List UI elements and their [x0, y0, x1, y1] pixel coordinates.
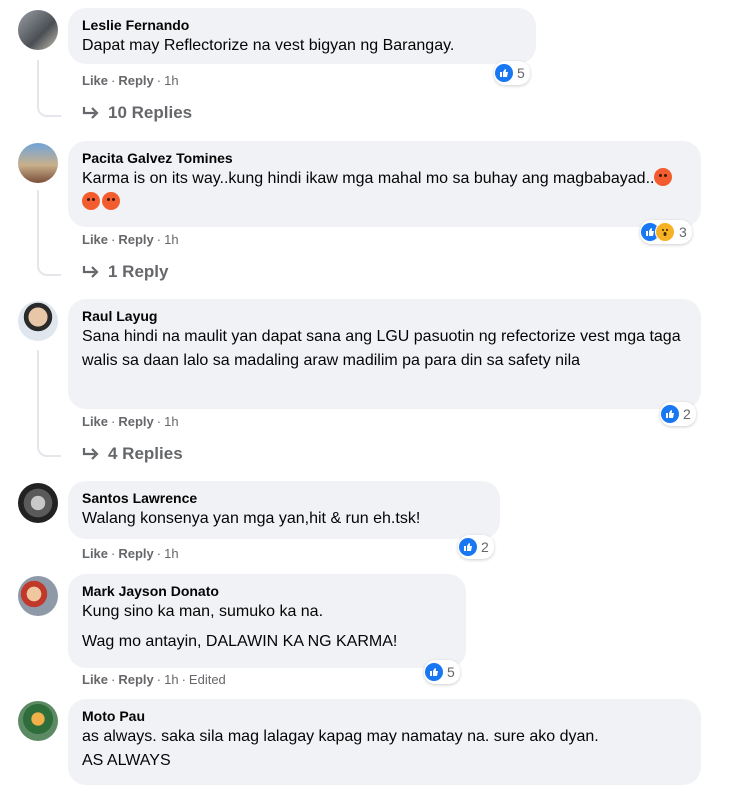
comment-bubble: Mark Jayson Donato Kung sino ka man, sum…	[68, 574, 466, 668]
avatar[interactable]	[18, 483, 58, 523]
reply-link[interactable]: Reply	[118, 73, 153, 88]
timestamp[interactable]: 1h	[164, 232, 178, 247]
reaction-count: 5	[517, 65, 525, 81]
comment-bubble: Santos Lawrence Walang konsenya yan mga …	[68, 481, 500, 539]
like-reaction-icon	[425, 663, 443, 681]
reply-link[interactable]: Reply	[118, 232, 153, 247]
comment-text: Karma is on its way..kung hindi ikaw mga…	[82, 167, 687, 215]
avatar[interactable]	[18, 301, 58, 341]
reply-link[interactable]: Reply	[118, 414, 153, 429]
comment-actions: Like · Reply · 1h	[82, 546, 179, 561]
reaction-count: 2	[481, 539, 489, 555]
reaction-summary[interactable]: 2	[458, 535, 494, 559]
reaction-summary[interactable]: 3	[640, 220, 692, 244]
angry-emoji	[654, 168, 673, 186]
comment-text: as always. saka sila mag lalagay kapag m…	[82, 728, 599, 769]
comment-author[interactable]: Santos Lawrence	[82, 489, 486, 507]
avatar[interactable]	[18, 576, 58, 616]
reply-link[interactable]: Reply	[118, 672, 153, 687]
comment-author[interactable]: Leslie Fernando	[82, 16, 522, 34]
thread-line	[37, 350, 61, 457]
angry-emoji	[82, 192, 100, 210]
avatar[interactable]	[18, 10, 58, 50]
comment-text: Walang konsenya yan mga yan,hit & run eh…	[82, 510, 421, 527]
comment-actions: Like · Reply · 1h	[82, 73, 179, 88]
comment-bubble: Pacita Galvez Tomines Karma is on its wa…	[68, 141, 701, 227]
wow-reaction-icon	[655, 222, 675, 242]
timestamp[interactable]: 1h	[164, 73, 178, 88]
like-link[interactable]: Like	[82, 672, 108, 687]
comment-author[interactable]: Raul Layug	[82, 307, 687, 325]
replies-count: 1 Reply	[108, 262, 169, 281]
reaction-summary[interactable]: 5	[494, 61, 530, 85]
edited-label[interactable]: Edited	[189, 672, 226, 687]
replies-count: 10 Replies	[108, 103, 193, 122]
reaction-count: 2	[683, 406, 691, 422]
reply-link[interactable]: Reply	[118, 546, 153, 561]
thread-line	[37, 190, 61, 276]
like-link[interactable]: Like	[82, 414, 108, 429]
like-reaction-icon	[661, 405, 679, 423]
comment-actions: Like · Reply · 1h	[82, 414, 179, 429]
like-reaction-icon	[495, 64, 513, 82]
reply-arrow-icon	[82, 266, 99, 278]
comment-text: Dapat may Reflectorize na vest bigyan ng…	[82, 37, 455, 54]
reply-arrow-icon	[82, 448, 99, 460]
view-replies-link[interactable]: 4 Replies	[82, 444, 183, 464]
comment-author[interactable]: Pacita Galvez Tomines	[82, 149, 687, 167]
reaction-count: 5	[447, 664, 455, 680]
reaction-count: 3	[679, 224, 687, 240]
comment-text: Sana hindi na maulit yan dapat sana ang …	[82, 328, 681, 369]
avatar[interactable]	[18, 143, 58, 183]
timestamp[interactable]: 1h	[164, 672, 178, 687]
replies-count: 4 Replies	[108, 444, 183, 463]
comment-bubble: Leslie Fernando Dapat may Reflectorize n…	[68, 8, 536, 64]
reply-arrow-icon	[82, 107, 99, 119]
timestamp[interactable]: 1h	[164, 414, 178, 429]
thread-line	[37, 60, 61, 117]
comment-author[interactable]: Mark Jayson Donato	[82, 582, 452, 600]
comment-actions: Like · Reply · 1h · Edited	[82, 672, 226, 687]
comment-bubble: Raul Layug Sana hindi na maulit yan dapa…	[68, 299, 701, 409]
like-link[interactable]: Like	[82, 546, 108, 561]
like-link[interactable]: Like	[82, 232, 108, 247]
comment-bubble: Moto Pau as always. saka sila mag lalaga…	[68, 699, 701, 785]
like-reaction-icon	[459, 538, 477, 556]
comment-author[interactable]: Moto Pau	[82, 707, 687, 725]
timestamp[interactable]: 1h	[164, 546, 178, 561]
avatar[interactable]	[18, 701, 58, 741]
comment-text: Kung sino ka man, sumuko ka na. Wag mo an…	[82, 603, 398, 650]
view-replies-link[interactable]: 1 Reply	[82, 262, 168, 282]
reaction-summary[interactable]: 2	[660, 402, 696, 426]
angry-emoji	[102, 192, 120, 210]
reaction-summary[interactable]: 5	[424, 660, 460, 684]
comment-actions: Like · Reply · 1h	[82, 232, 179, 247]
like-link[interactable]: Like	[82, 73, 108, 88]
view-replies-link[interactable]: 10 Replies	[82, 103, 192, 123]
